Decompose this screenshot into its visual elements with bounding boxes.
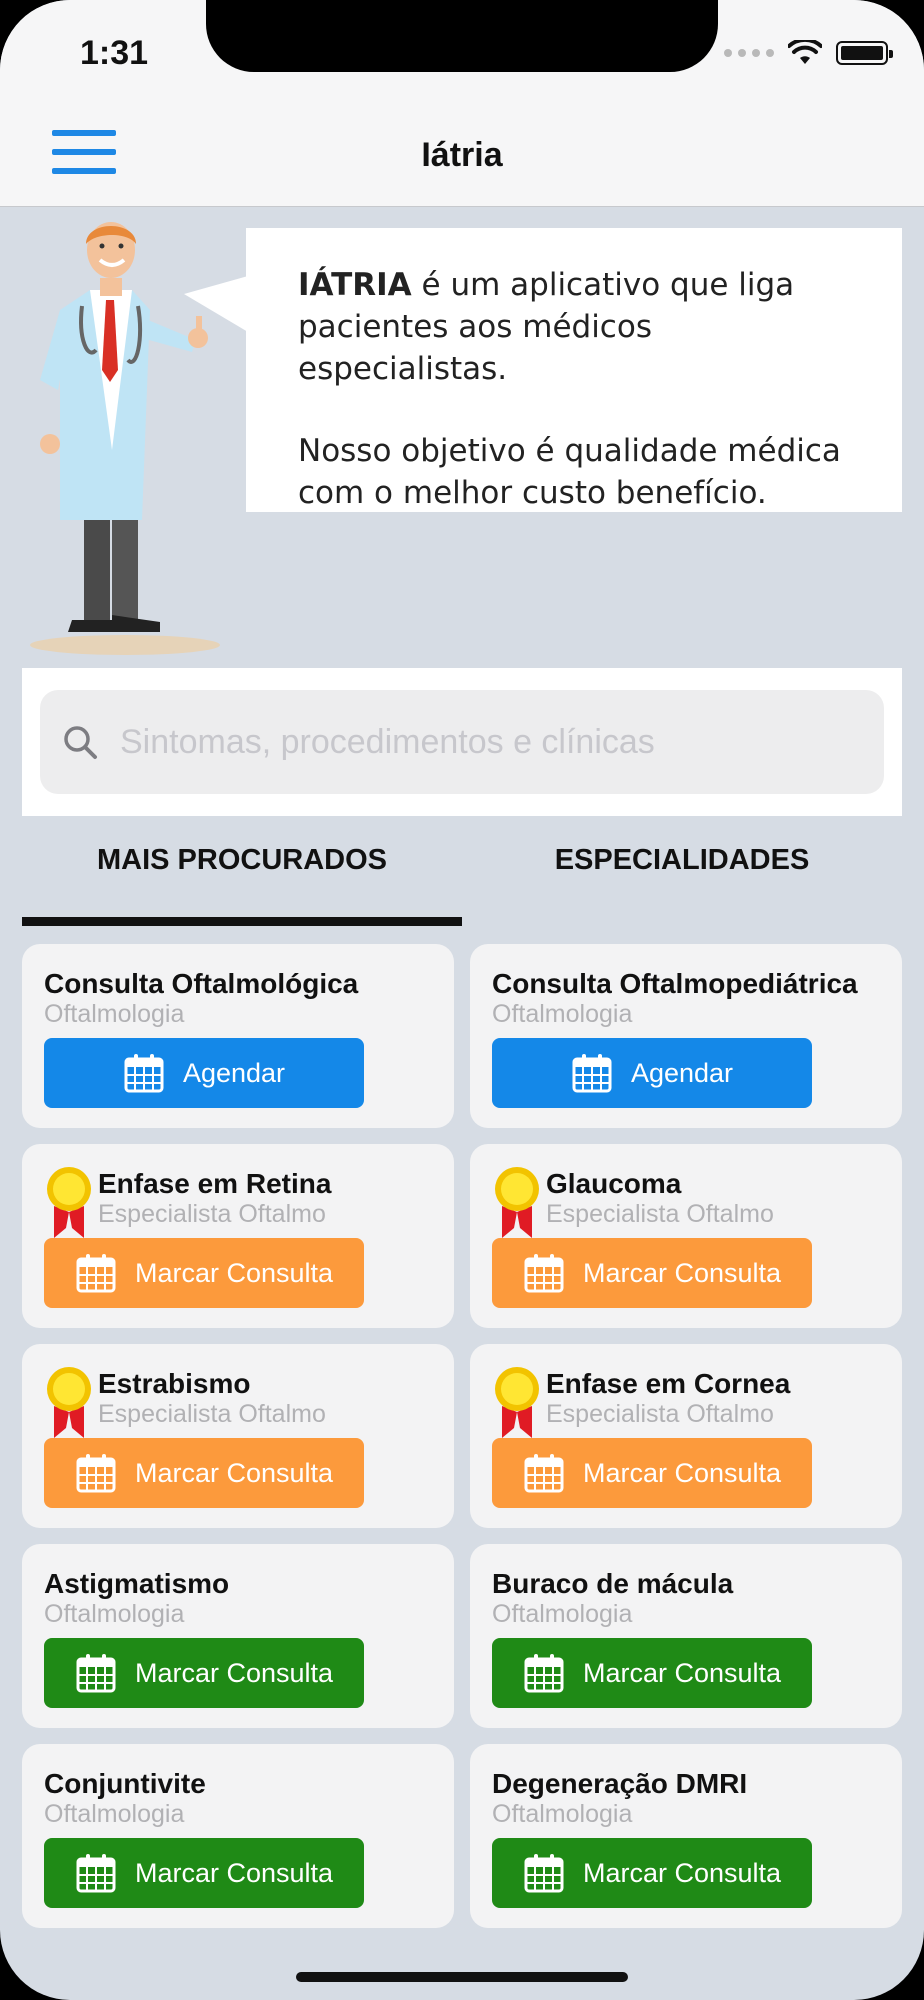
procedure-card[interactable]: Degeneração DMRI Oftalmologia Marcar Consu… (470, 1744, 902, 1928)
cellular-signal-icon (724, 49, 774, 57)
button-label: Marcar Consulta (582, 1657, 782, 1688)
button-label: Marcar Consulta (134, 1857, 334, 1888)
card-text: Degeneração DMRI Oftalmologia (492, 1768, 880, 1828)
procedures-grid: Consulta Oftalmológica Oftalmologia Agenda… (22, 944, 902, 1928)
card-subtitle: Oftalmologia (44, 1000, 185, 1028)
card-subtitle: Oftalmologia (492, 1000, 633, 1028)
intro-text-2: Nosso objetivo é qualidade médica com o … (298, 433, 841, 511)
app-screen: 1:31 Iátria IÁTRIA é um aplicativo que l… (0, 0, 924, 2000)
home-indicator[interactable] (296, 1972, 628, 1982)
search-bar[interactable] (40, 690, 884, 794)
schedule-button[interactable]: Agendar (44, 1038, 364, 1108)
card-text: Glaucoma Especialista Oftalmo (546, 1168, 880, 1228)
intro-speech-bubble: IÁTRIA é um aplicativo que liga paciente… (246, 228, 902, 512)
card-subtitle: Especialista Oftalmo (98, 1200, 326, 1228)
card-title: Glaucoma (546, 1168, 682, 1199)
calendar-icon (123, 1052, 165, 1094)
intro-text-1: IÁTRIA é um aplicativo que liga paciente… (298, 264, 862, 390)
card-title: Conjuntivite (44, 1768, 206, 1799)
calendar-icon (523, 1452, 565, 1494)
card-subtitle: Oftalmologia (492, 1600, 633, 1628)
top-bar: 1:31 Iátria (0, 0, 924, 207)
procedure-card[interactable]: Enfase em Retina Especialista Oftalmo Marc… (22, 1144, 454, 1328)
card-subtitle: Oftalmologia (44, 1600, 185, 1628)
search-icon (60, 722, 100, 762)
schedule-button[interactable]: Agendar (492, 1038, 812, 1108)
card-text: Consulta Oftalmológica Oftalmologia (44, 968, 432, 1028)
button-label: Agendar (630, 1057, 734, 1088)
book-appointment-button[interactable]: Marcar Consulta (44, 1438, 364, 1508)
calendar-icon (523, 1252, 565, 1294)
calendar-icon (75, 1452, 117, 1494)
calendar-icon (75, 1652, 117, 1694)
card-subtitle: Especialista Oftalmo (546, 1400, 774, 1428)
calendar-icon (75, 1852, 117, 1894)
button-label: Marcar Consulta (134, 1257, 334, 1288)
procedure-card[interactable]: Buraco de mácula Oftalmologia Marcar Consu… (470, 1544, 902, 1728)
button-label: Marcar Consulta (582, 1857, 782, 1888)
card-title: Consulta Oftalmológica (44, 968, 359, 999)
card-text: Estrabismo Especialista Oftalmo (98, 1368, 432, 1428)
award-ribbon-icon (494, 1166, 540, 1240)
card-subtitle: Especialista Oftalmo (546, 1200, 774, 1228)
book-appointment-button[interactable]: Marcar Consulta (44, 1638, 364, 1708)
calendar-icon (523, 1852, 565, 1894)
procedure-card[interactable]: Astigmatismo Oftalmologia Marcar Consulta (22, 1544, 454, 1728)
tab-mais-procurados[interactable]: MAIS PROCURADOS (22, 844, 462, 926)
book-appointment-button[interactable]: Marcar Consulta (492, 1638, 812, 1708)
button-label: Marcar Consulta (134, 1657, 334, 1688)
card-title: Enfase em Retina (98, 1168, 332, 1199)
page-title: Iátria (421, 136, 503, 174)
card-title: Buraco de mácula (492, 1568, 734, 1599)
card-text: Buraco de mácula Oftalmologia (492, 1568, 880, 1628)
card-text: Consulta Oftalmopediátrica Oftalmologia (492, 968, 880, 1028)
device-notch (206, 0, 718, 72)
card-subtitle: Oftalmologia (44, 1800, 185, 1828)
button-label: Marcar Consulta (582, 1257, 782, 1288)
search-panel (22, 668, 902, 816)
card-title: Degeneração DMRI (492, 1768, 748, 1799)
card-title: Astigmatismo (44, 1568, 230, 1599)
award-ribbon-icon (494, 1366, 540, 1440)
card-title: Consulta Oftalmopediátrica (492, 968, 858, 999)
calendar-icon (571, 1052, 613, 1094)
card-subtitle: Especialista Oftalmo (98, 1400, 326, 1428)
procedure-card[interactable]: Estrabismo Especialista Oftalmo Marcar Con… (22, 1344, 454, 1528)
status-time: 1:31 (80, 34, 149, 72)
button-label: Agendar (182, 1057, 286, 1088)
battery-icon (836, 41, 893, 65)
procedure-card[interactable]: Enfase em Cornea Especialista Oftalmo Marc… (470, 1344, 902, 1528)
card-title: Estrabismo (98, 1368, 251, 1399)
status-icons (724, 40, 893, 66)
award-ribbon-icon (46, 1366, 92, 1440)
card-text: Enfase em Retina Especialista Oftalmo (98, 1168, 432, 1228)
book-appointment-button[interactable]: Marcar Consulta (44, 1838, 364, 1908)
book-appointment-button[interactable]: Marcar Consulta (492, 1438, 812, 1508)
card-text: Astigmatismo Oftalmologia (44, 1568, 432, 1628)
book-appointment-button[interactable]: Marcar Consulta (492, 1838, 812, 1908)
procedure-card[interactable]: Consulta Oftalmopediátrica Oftalmologia Ag… (470, 944, 902, 1128)
calendar-icon (75, 1252, 117, 1294)
award-ribbon-icon (46, 1166, 92, 1240)
procedure-card[interactable]: Glaucoma Especialista Oftalmo Marcar Consu… (470, 1144, 902, 1328)
wifi-icon (788, 40, 822, 64)
search-input[interactable] (118, 721, 882, 763)
book-appointment-button[interactable]: Marcar Consulta (44, 1238, 364, 1308)
speech-bubble-tail (184, 276, 248, 332)
procedure-card[interactable]: Conjuntivite Oftalmologia Marcar Consulta (22, 1744, 454, 1928)
procedure-card[interactable]: Consulta Oftalmológica Oftalmologia Agenda… (22, 944, 454, 1128)
card-text: Conjuntivite Oftalmologia (44, 1768, 432, 1828)
button-label: Marcar Consulta (582, 1457, 782, 1488)
intro-brand: IÁTRIA (298, 267, 412, 303)
card-title: Enfase em Cornea (546, 1368, 791, 1399)
button-label: Marcar Consulta (134, 1457, 334, 1488)
card-text: Enfase em Cornea Especialista Oftalmo (546, 1368, 880, 1428)
calendar-icon (523, 1652, 565, 1694)
card-subtitle: Oftalmologia (492, 1800, 633, 1828)
tab-especialidades[interactable]: ESPECIALIDADES (462, 844, 902, 924)
book-appointment-button[interactable]: Marcar Consulta (492, 1238, 812, 1308)
